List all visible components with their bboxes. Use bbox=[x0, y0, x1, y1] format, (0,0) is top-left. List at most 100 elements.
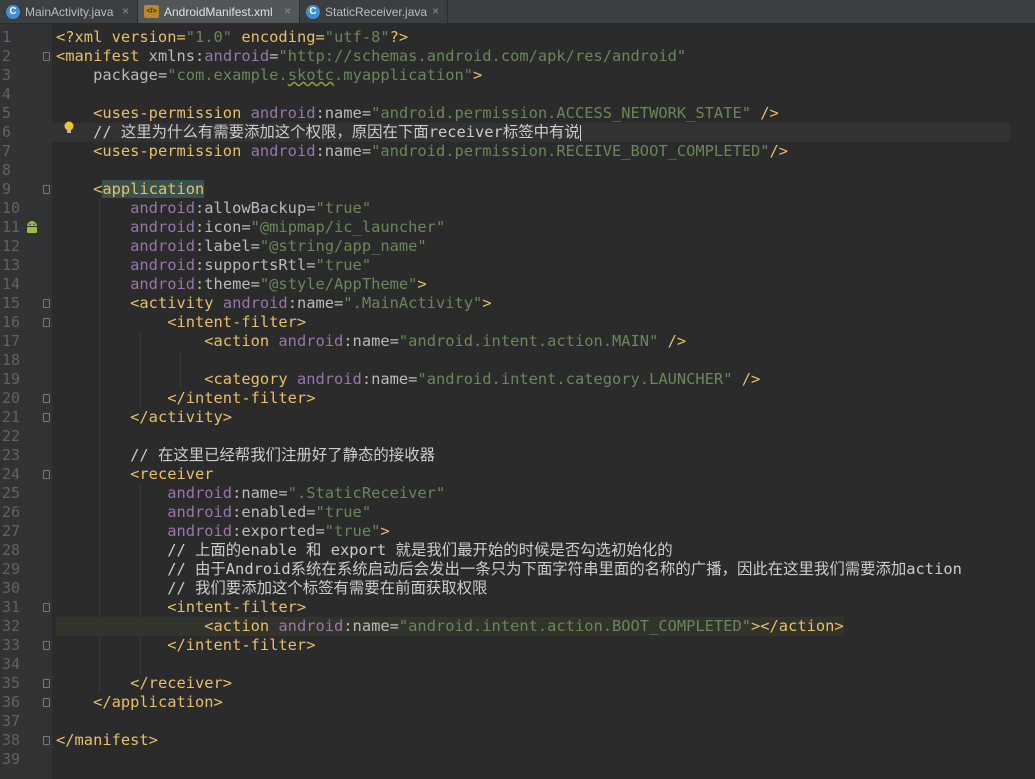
line-number[interactable]: 23 bbox=[0, 446, 24, 465]
code-token: :name= bbox=[232, 484, 288, 502]
code-line[interactable]: android:icon="@mipmap/ic_launcher" bbox=[56, 218, 445, 237]
line-number[interactable]: 36 bbox=[0, 693, 24, 712]
editor-gutter[interactable]: 1 2 3 4 5 6 7 8 9 10 11 12 13 14 15 16 17 18 19 20 21 22 23 24 2… bbox=[0, 24, 52, 779]
line-number[interactable]: 17 bbox=[0, 332, 24, 351]
fold-marker-icon[interactable] bbox=[43, 470, 50, 479]
line-number[interactable]: 25 bbox=[0, 484, 24, 503]
fold-marker-icon[interactable] bbox=[43, 52, 50, 61]
fold-marker-icon[interactable] bbox=[43, 736, 50, 745]
code-line[interactable]: </activity> bbox=[56, 408, 232, 427]
line-number[interactable]: 31 bbox=[0, 598, 24, 617]
close-icon[interactable]: × bbox=[432, 4, 439, 18]
line-number[interactable]: 10 bbox=[0, 199, 24, 218]
line-number[interactable]: 18 bbox=[0, 351, 24, 370]
line-number[interactable]: 2 bbox=[0, 47, 24, 66]
line-number[interactable]: 35 bbox=[0, 674, 24, 693]
code-token: :icon= bbox=[195, 218, 251, 236]
code-line[interactable]: </intent-filter> bbox=[56, 389, 315, 408]
tab-androidmanifest[interactable]: </> AndroidManifest.xml × bbox=[138, 0, 300, 23]
line-number[interactable]: 33 bbox=[0, 636, 24, 655]
close-icon[interactable]: × bbox=[284, 4, 291, 18]
code-line[interactable]: // 我们要添加这个标签有需要在前面获取权限 bbox=[56, 579, 487, 598]
fold-marker-icon[interactable] bbox=[43, 318, 50, 327]
line-number[interactable]: 8 bbox=[0, 161, 24, 180]
line-number[interactable]: 24 bbox=[0, 465, 24, 484]
line-number[interactable]: 15 bbox=[0, 294, 24, 313]
fold-marker-icon[interactable] bbox=[43, 679, 50, 688]
code-token: android bbox=[296, 370, 362, 388]
code-line[interactable]: // 上面的enable 和 export 就是我们最开始的时候是否勾选初始化的 bbox=[56, 541, 672, 560]
code-line[interactable]: <uses-permission android:name="android.p… bbox=[56, 104, 779, 123]
line-number[interactable]: 38 bbox=[0, 731, 24, 750]
code-line[interactable]: android:label="@string/app_name" bbox=[56, 237, 427, 256]
line-number[interactable]: 16 bbox=[0, 313, 24, 332]
fold-marker-icon[interactable] bbox=[43, 641, 50, 650]
code-line[interactable]: android:name=".StaticReceiver" bbox=[56, 484, 445, 503]
line-number[interactable]: 29 bbox=[0, 560, 24, 579]
fold-marker-icon[interactable] bbox=[43, 185, 50, 194]
code-line[interactable]: // 这里为什么有需要添加这个权限，原因在下面receiver标签中有说 bbox=[52, 123, 1011, 142]
code-token: "1.0" bbox=[185, 28, 233, 46]
line-number[interactable]: 22 bbox=[0, 427, 24, 446]
code-line[interactable]: package="com.example.skotc.myapplication… bbox=[56, 66, 482, 85]
line-number[interactable]: 13 bbox=[0, 256, 24, 275]
line-number[interactable]: 28 bbox=[0, 541, 24, 560]
fold-marker-icon[interactable] bbox=[43, 394, 50, 403]
code-line[interactable]: </manifest> bbox=[56, 731, 158, 750]
line-number[interactable]: 39 bbox=[0, 750, 24, 769]
code-line[interactable]: // 在这里已经帮我们注册好了静态的接收器 bbox=[56, 446, 435, 465]
line-number[interactable]: 3 bbox=[0, 66, 24, 85]
line-number[interactable]: 6 bbox=[0, 123, 24, 142]
fold-marker-icon[interactable] bbox=[43, 299, 50, 308]
code-token: .myapplication" bbox=[334, 66, 474, 84]
code-editor[interactable]: <?xml version="1.0" encoding="utf-8"?> <m… bbox=[52, 24, 1035, 779]
code-line[interactable]: android:supportsRtl="true" bbox=[56, 256, 371, 275]
line-number[interactable]: 9 bbox=[0, 180, 24, 199]
line-number[interactable]: 12 bbox=[0, 237, 24, 256]
code-line[interactable]: <application bbox=[56, 180, 205, 199]
code-line[interactable]: android:allowBackup="true" bbox=[56, 199, 371, 218]
code-line[interactable]: </intent-filter> bbox=[56, 636, 315, 655]
line-number[interactable]: 4 bbox=[0, 85, 24, 104]
code-line[interactable]: <uses-permission android:name="android.p… bbox=[56, 142, 788, 161]
tab-mainactivity[interactable]: C MainActivity.java × bbox=[0, 0, 138, 23]
code-line[interactable]: <intent-filter> bbox=[56, 313, 306, 332]
line-number[interactable]: 5 bbox=[0, 104, 24, 123]
code-line[interactable]: <action android:name="android.intent.act… bbox=[56, 332, 686, 351]
fold-marker-icon[interactable] bbox=[43, 698, 50, 707]
close-icon[interactable]: × bbox=[122, 4, 129, 18]
fold-marker-icon[interactable] bbox=[43, 603, 50, 612]
code-line[interactable]: // 由于Android系统在系统启动后会发出一条只为下面字符串里面的名称的广播… bbox=[56, 560, 962, 579]
code-line[interactable]: <?xml version="1.0" encoding="utf-8"?> bbox=[56, 28, 408, 47]
line-number[interactable]: 26 bbox=[0, 503, 24, 522]
line-number[interactable]: 14 bbox=[0, 275, 24, 294]
line-number[interactable]: 11 bbox=[0, 218, 24, 237]
code-line[interactable]: android:exported="true"> bbox=[56, 522, 389, 541]
android-icon[interactable] bbox=[25, 220, 39, 234]
code-token: :supportsRtl= bbox=[195, 256, 316, 274]
line-number[interactable]: 7 bbox=[0, 142, 24, 161]
code-line[interactable]: </receiver> bbox=[56, 674, 232, 693]
lightbulb-icon[interactable] bbox=[63, 121, 75, 135]
line-number[interactable]: 34 bbox=[0, 655, 24, 674]
code-line[interactable]: <activity android:name=".MainActivity"> bbox=[56, 294, 491, 313]
code-line[interactable]: android:theme="@style/AppTheme"> bbox=[56, 275, 427, 294]
line-number[interactable]: 21 bbox=[0, 408, 24, 427]
line-number[interactable]: 20 bbox=[0, 389, 24, 408]
code-line[interactable]: <receiver bbox=[56, 465, 213, 484]
tab-staticreceiver[interactable]: C StaticReceiver.java × bbox=[300, 0, 448, 23]
line-number[interactable]: 32 bbox=[0, 617, 24, 636]
code-line[interactable]: <category android:name="android.intent.c… bbox=[56, 370, 760, 389]
code-line[interactable]: </application> bbox=[56, 693, 223, 712]
fold-marker-icon[interactable] bbox=[43, 413, 50, 422]
line-number[interactable]: 27 bbox=[0, 522, 24, 541]
line-number[interactable]: 1 bbox=[0, 28, 24, 47]
code-line[interactable]: <manifest xmlns:android="http://schemas.… bbox=[56, 47, 686, 66]
code-line[interactable]: <intent-filter> bbox=[56, 598, 306, 617]
code-line[interactable]: <action android:name="android.intent.act… bbox=[56, 617, 844, 636]
line-number[interactable]: 19 bbox=[0, 370, 24, 389]
code-line[interactable]: android:enabled="true" bbox=[56, 503, 371, 522]
line-number[interactable]: 37 bbox=[0, 712, 24, 731]
line-number[interactable]: 30 bbox=[0, 579, 24, 598]
